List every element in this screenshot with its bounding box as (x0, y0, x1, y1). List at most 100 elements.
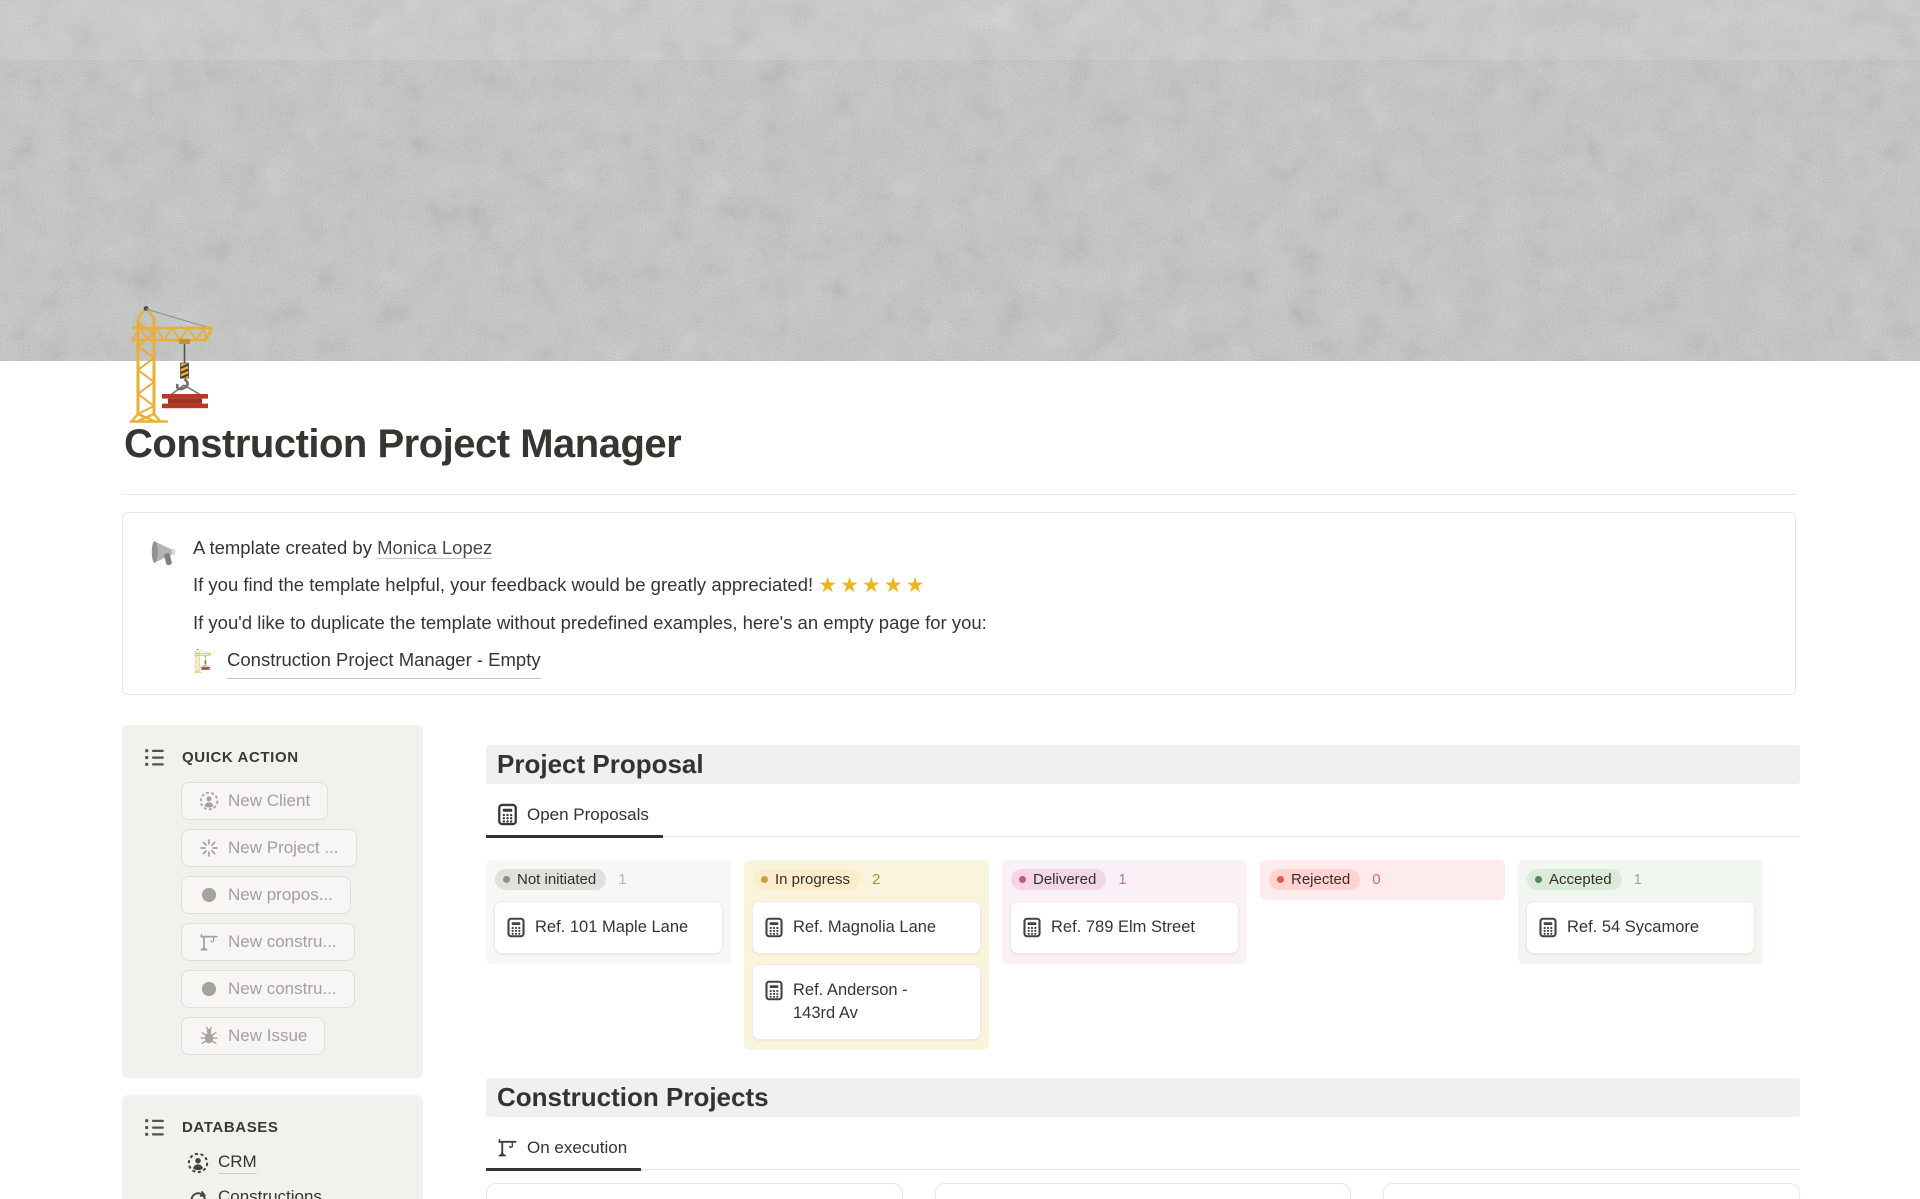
status-dot (503, 876, 510, 883)
crane-emoji-icon (193, 648, 218, 673)
feedback-text: If you find the template helpful, your f… (193, 574, 818, 595)
page-icon-crane[interactable] (124, 302, 246, 424)
crane-icon (124, 302, 246, 424)
board-column-delivered: Delivered 1 Ref. 789 Elm Street (1002, 860, 1247, 964)
group-header: Rejected 0 (1269, 869, 1497, 890)
status-dot (761, 876, 768, 883)
button-label: New Client (228, 791, 310, 811)
proposal-card[interactable]: Ref. 54 Sycamore (1526, 901, 1755, 954)
proposals-view-tabs: Open Proposals (486, 799, 1800, 837)
button-label: New propos... (228, 885, 333, 905)
burst-icon (199, 838, 219, 858)
status-label: In progress (775, 871, 850, 888)
databases-header: DATABASES (142, 1115, 411, 1140)
calculator-icon (1539, 917, 1557, 938)
group-count: 2 (872, 871, 880, 888)
proposal-card[interactable]: Ref. 101 Maple Lane (494, 901, 723, 954)
tab-open-proposals[interactable]: Open Proposals (486, 803, 663, 838)
megaphone-icon (147, 529, 179, 694)
databases-panel: DATABASES CRM Constructions (122, 1095, 423, 1199)
circle-icon (199, 979, 219, 999)
list-icon (142, 745, 167, 770)
section-heading: Project Proposal (486, 745, 1800, 784)
project-card[interactable] (1383, 1183, 1800, 1199)
proposal-card[interactable]: Ref. Anderson - 143rd Av (752, 964, 981, 1040)
new-proposal-button[interactable]: New propos... (181, 876, 351, 914)
status-dot (1535, 876, 1542, 883)
card-title: Ref. 789 Elm Street (1051, 916, 1195, 939)
database-label: CRM (218, 1152, 257, 1174)
quick-action-header: QUICK ACTION (142, 745, 411, 770)
quick-action-title: QUICK ACTION (182, 749, 299, 766)
board-column-accepted: Accepted 1 Ref. 54 Sycamore (1518, 860, 1763, 964)
construction-projects-heading-band: Construction Projects (486, 1078, 1800, 1117)
project-card[interactable] (935, 1183, 1352, 1199)
project-card[interactable] (486, 1183, 903, 1199)
status-dot (1277, 876, 1284, 883)
circle-icon (199, 885, 219, 905)
author-link[interactable]: Monica Lopez (377, 537, 492, 559)
callout-line-duplicate: If you'd like to duplicate the template … (193, 604, 987, 641)
calculator-icon (1023, 917, 1041, 938)
status-badge: Accepted (1527, 869, 1622, 890)
new-construction-button-2[interactable]: New constru... (181, 970, 355, 1008)
notion-page: Construction Project Manager A template … (0, 0, 1920, 1199)
databases-title: DATABASES (182, 1119, 279, 1136)
board-column-rejected: Rejected 0 (1260, 860, 1505, 900)
divider (122, 494, 1796, 495)
proposal-card[interactable]: Ref. 789 Elm Street (1010, 901, 1239, 954)
template-callout: A template created by Monica Lopez If yo… (122, 512, 1796, 695)
cover-image (0, 0, 1920, 361)
database-link-crm[interactable]: CRM (187, 1152, 411, 1174)
crane-icon (199, 932, 219, 952)
board-column-in-progress: In progress 2 Ref. Magnolia Lane Ref. An… (744, 860, 989, 1050)
status-badge: Delivered (1011, 869, 1106, 890)
star-rating: ★★★★★ (818, 574, 927, 597)
calculator-icon (507, 917, 525, 938)
status-label: Not initiated (517, 871, 596, 888)
board-column-not-initiated: Not initiated 1 Ref. 101 Maple Lane (486, 860, 731, 964)
bug-icon (199, 1026, 219, 1046)
database-link-constructions[interactable]: Constructions (187, 1187, 411, 1199)
database-label: Constructions (218, 1187, 322, 1199)
stucco-texture (0, 0, 1920, 361)
author-prefix: A template created by (193, 537, 377, 558)
group-header: Accepted 1 (1527, 869, 1755, 890)
new-construction-button[interactable]: New constru... (181, 923, 355, 961)
callout-line-feedback: If you find the template helpful, your f… (193, 566, 987, 604)
group-header: In progress 2 (753, 869, 981, 890)
status-label: Accepted (1549, 871, 1612, 888)
status-badge: Not initiated (495, 869, 606, 890)
proposal-card[interactable]: Ref. Magnolia Lane (752, 901, 981, 954)
quick-action-panel: QUICK ACTION New Client New Project ... … (122, 725, 423, 1078)
new-issue-button[interactable]: New Issue (181, 1017, 325, 1055)
tab-label: Open Proposals (527, 805, 649, 825)
person-dashed-icon (199, 791, 219, 811)
status-badge: In progress (753, 869, 860, 890)
group-header: Not initiated 1 (495, 869, 723, 890)
status-label: Rejected (1291, 871, 1350, 888)
button-label: New Issue (228, 1026, 307, 1046)
button-label: New Project ... (228, 838, 339, 858)
projects-gallery (486, 1183, 1800, 1199)
group-count: 0 (1372, 871, 1380, 888)
page-title: Construction Project Manager (124, 420, 681, 468)
group-count: 1 (1634, 871, 1642, 888)
new-project-button[interactable]: New Project ... (181, 829, 357, 867)
card-title: Ref. 54 Sycamore (1567, 916, 1699, 939)
tab-label: On execution (527, 1138, 627, 1158)
group-count: 1 (618, 871, 626, 888)
project-proposal-heading-band: Project Proposal (486, 745, 1800, 784)
calculator-icon (765, 980, 783, 1001)
new-client-button[interactable]: New Client (181, 782, 328, 820)
calculator-icon (497, 803, 518, 826)
status-badge: Rejected (1269, 869, 1360, 890)
card-title: Ref. Magnolia Lane (793, 916, 936, 939)
tab-on-execution[interactable]: On execution (486, 1136, 641, 1171)
loop-arrow-icon (187, 1187, 209, 1199)
list-icon (142, 1115, 167, 1140)
proposals-board: Not initiated 1 Ref. 101 Maple Lane In p… (486, 860, 1800, 1050)
callout-line-author: A template created by Monica Lopez (193, 529, 987, 566)
projects-view-tabs: On execution (486, 1132, 1800, 1170)
empty-page-link[interactable]: Construction Project Manager - Empty (227, 641, 541, 679)
